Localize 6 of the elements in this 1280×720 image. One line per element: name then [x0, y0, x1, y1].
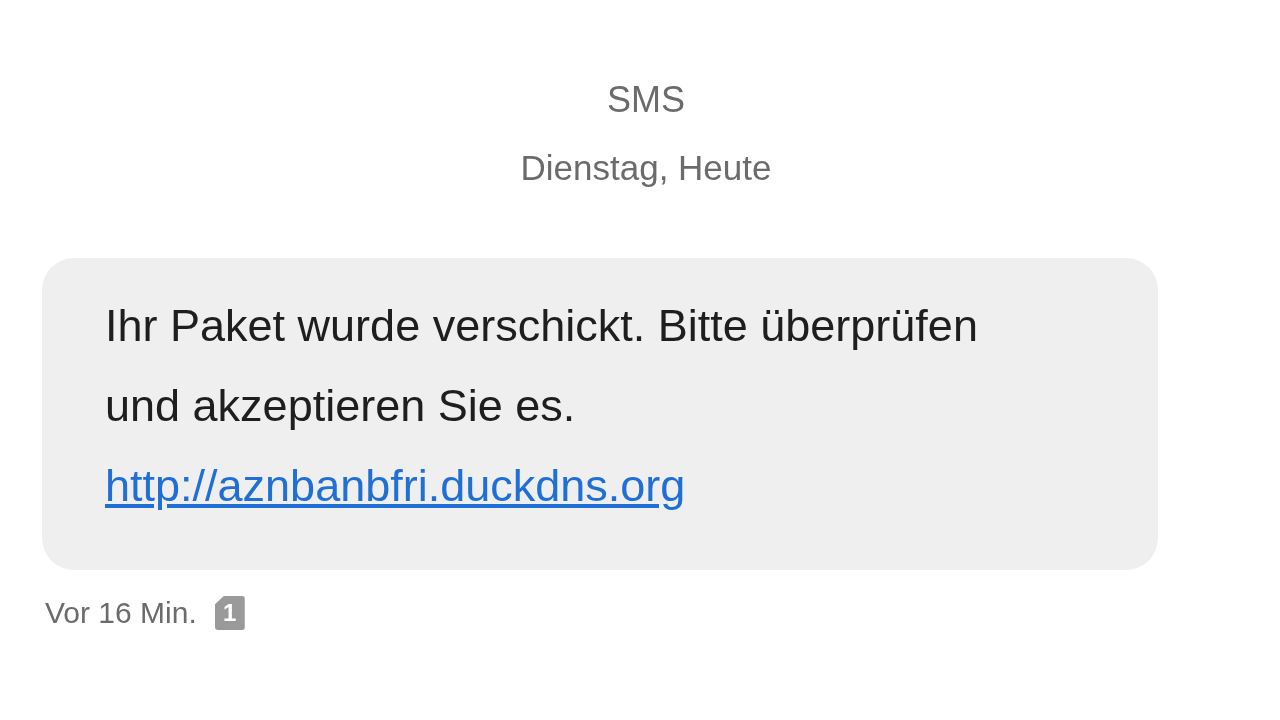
date-label: Dienstag, Heute — [520, 147, 772, 189]
message-link[interactable]: http://aznbanbfri.duckdns.org — [105, 460, 686, 511]
conversation-title: SMS — [607, 78, 685, 122]
message-text: Ihr Paket wurde verschickt. Bitte überprüfen und akzeptieren Sie es. — [105, 299, 979, 433]
timestamp: Vor 16 Min. — [45, 596, 197, 630]
sim-slot-icon: 1 — [214, 596, 245, 630]
